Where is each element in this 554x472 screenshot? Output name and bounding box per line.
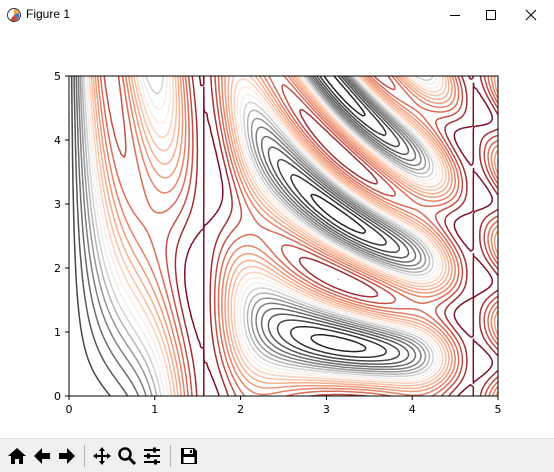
arrow-left-icon bbox=[34, 448, 50, 464]
save-button[interactable] bbox=[177, 444, 201, 468]
figure-canvas[interactable]: 0 1 2 3 4 5 0 1 2 3 4 5 bbox=[0, 30, 554, 438]
y-tick-label: 2 bbox=[54, 262, 61, 275]
x-tick-label: 2 bbox=[237, 403, 244, 416]
y-tick-label: 4 bbox=[54, 134, 61, 147]
contour-lines bbox=[70, 76, 498, 396]
x-tick-label: 5 bbox=[495, 403, 502, 416]
y-tick-label: 1 bbox=[54, 326, 61, 339]
x-tick-label: 4 bbox=[409, 403, 416, 416]
x-axis: 0 1 2 3 4 5 bbox=[66, 396, 502, 416]
close-icon bbox=[525, 9, 537, 21]
y-tick-label: 5 bbox=[54, 70, 61, 83]
move-icon bbox=[93, 447, 111, 465]
close-button[interactable] bbox=[508, 0, 554, 30]
y-tick-label: 0 bbox=[54, 390, 61, 403]
y-tick-label: 3 bbox=[54, 198, 61, 211]
matplotlib-app-icon bbox=[6, 7, 22, 23]
minimize-icon bbox=[450, 15, 460, 16]
sliders-icon bbox=[144, 447, 160, 465]
maximize-icon bbox=[486, 10, 496, 20]
back-button[interactable] bbox=[30, 444, 54, 468]
toolbar-separator bbox=[170, 445, 171, 467]
home-icon bbox=[8, 448, 26, 464]
x-tick-label: 1 bbox=[151, 403, 158, 416]
zoom-button[interactable] bbox=[115, 444, 139, 468]
forward-button[interactable] bbox=[55, 444, 79, 468]
floppy-disk-icon bbox=[181, 448, 197, 464]
title-bar: Figure 1 bbox=[0, 0, 554, 30]
window-title: Figure 1 bbox=[26, 7, 71, 21]
arrow-right-icon bbox=[59, 448, 75, 464]
home-button[interactable] bbox=[5, 444, 29, 468]
navigation-toolbar bbox=[0, 438, 554, 472]
x-tick-label: 3 bbox=[323, 403, 330, 416]
contour-plot: 0 1 2 3 4 5 0 1 2 3 4 5 bbox=[54, 70, 502, 416]
configure-subplots-button[interactable] bbox=[140, 444, 164, 468]
x-tick-label: 0 bbox=[66, 403, 73, 416]
toolbar-separator bbox=[84, 445, 85, 467]
pan-button[interactable] bbox=[90, 444, 114, 468]
y-axis: 0 1 2 3 4 5 bbox=[54, 70, 69, 403]
magnifier-icon bbox=[118, 447, 137, 466]
